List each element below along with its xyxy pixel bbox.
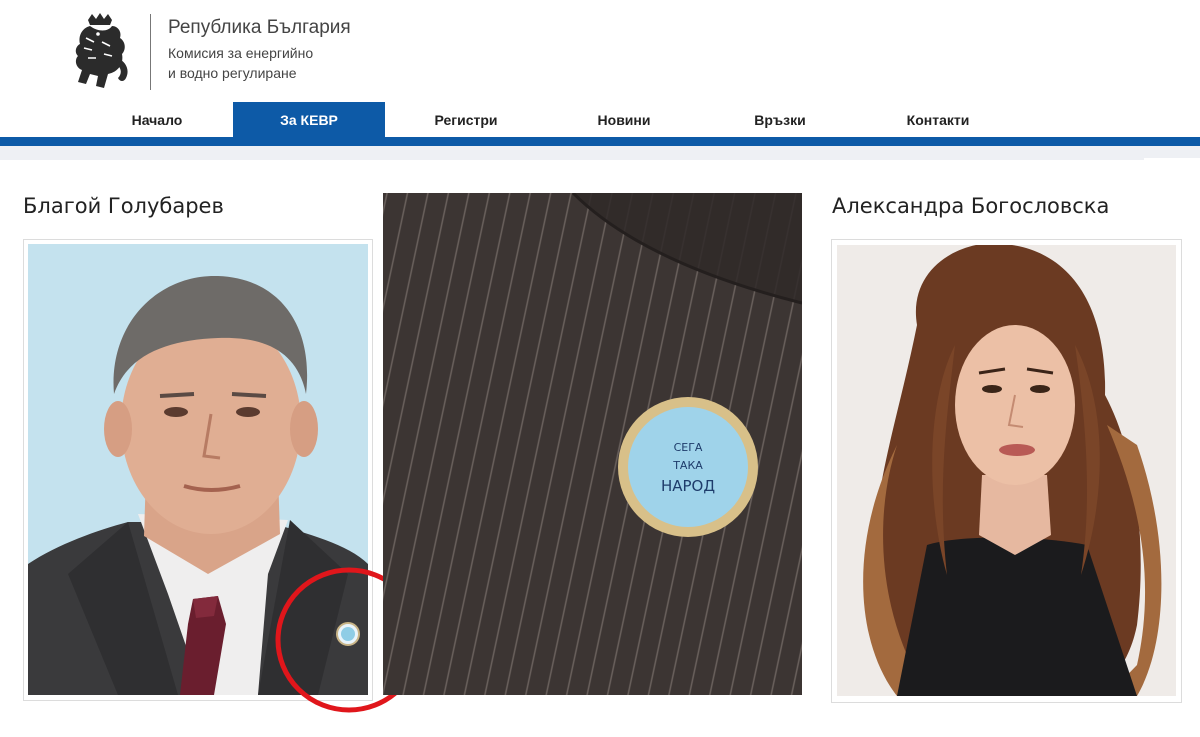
badge-text-line3: НАРОД xyxy=(661,477,715,495)
content-top-strip xyxy=(0,146,1200,160)
site-header: Република България Комисия за енергийно … xyxy=(0,0,1200,100)
org-subtitle: Комисия за енергийно и водно регулиране xyxy=(168,43,313,83)
portrait-woman-photo[interactable] xyxy=(837,245,1176,696)
person-name-left[interactable]: Благой Голубарев xyxy=(23,194,224,218)
org-subtitle-line1: Комисия за енергийно xyxy=(168,45,314,61)
main-nav: Начало За КЕВР Регистри Новини Връзки Ко… xyxy=(0,102,1200,138)
nav-item-about[interactable]: За КЕВР xyxy=(233,102,385,138)
nav-item-links[interactable]: Връзки xyxy=(704,102,856,138)
nav-item-contacts[interactable]: Контакти xyxy=(862,102,1014,138)
nav-item-home[interactable]: Начало xyxy=(82,102,232,138)
org-title[interactable]: Република България xyxy=(168,17,351,39)
white-patch xyxy=(1144,158,1200,190)
logo-divider xyxy=(150,14,151,90)
badge-closeup-photo[interactable]: СЕГА ТАКА НАРОД xyxy=(383,193,802,695)
nav-item-news[interactable]: Новини xyxy=(548,102,700,138)
org-subtitle-line2: и водно регулиране xyxy=(168,65,297,81)
badge-text-line2: ТАКА xyxy=(672,459,703,472)
person-name-right[interactable]: Александра Богословска xyxy=(832,194,1109,218)
badge-text-line1: СЕГА xyxy=(674,441,703,454)
lion-coat-of-arms-icon[interactable] xyxy=(68,12,132,90)
nav-underline-bar xyxy=(0,137,1200,146)
nav-item-registers[interactable]: Регистри xyxy=(390,102,542,138)
